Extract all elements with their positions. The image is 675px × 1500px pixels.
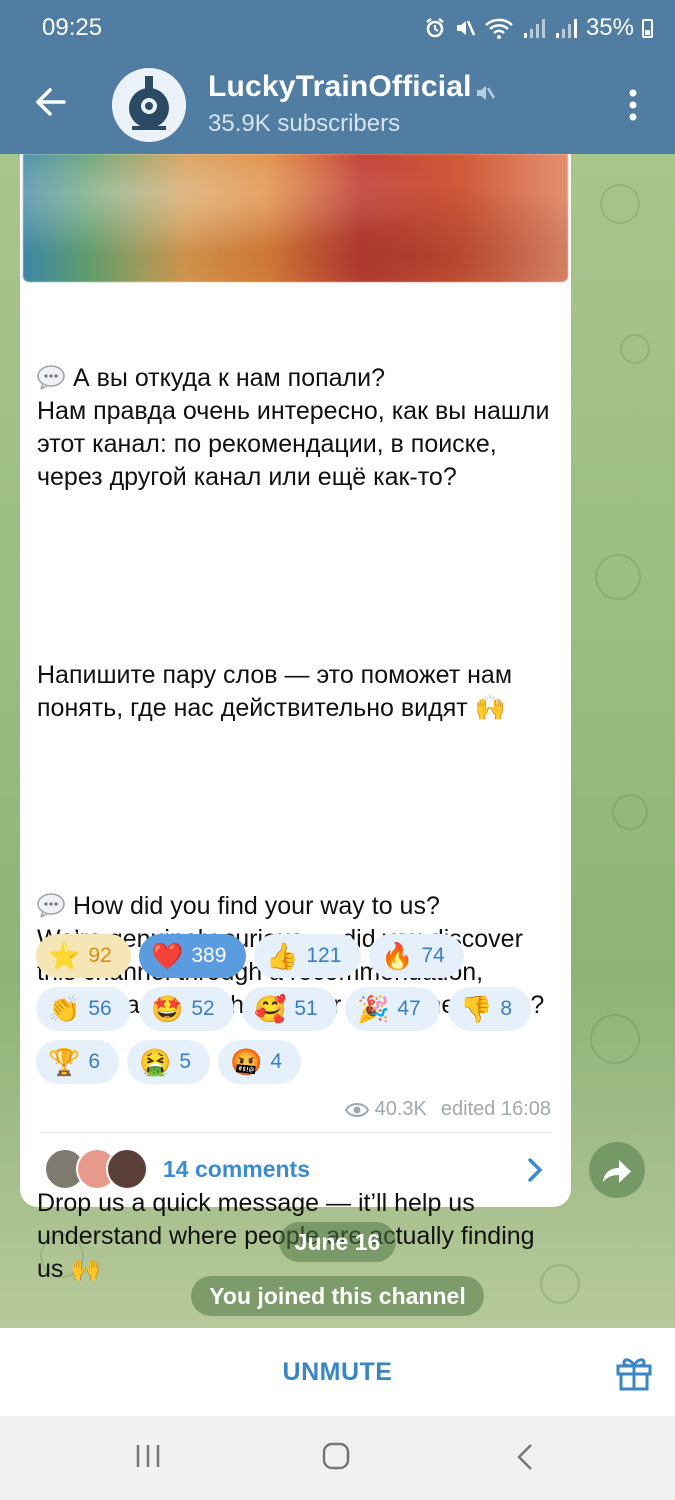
nav-back-icon[interactable] <box>513 1442 539 1472</box>
status-icons: 35% <box>424 14 653 42</box>
fire-icon: 🔥 <box>381 941 414 971</box>
reaction-count: 389 <box>191 944 227 967</box>
bottom-bar: UNMUTE <box>0 1328 675 1416</box>
post-paragraph-ru-2: Напишите пару слов — это поможет нам пон… <box>37 661 519 722</box>
reaction-cursing[interactable]: 🤬 4 <box>218 1040 301 1084</box>
wifi-icon <box>485 18 513 39</box>
thumbs-up-icon: 👍 <box>266 941 299 971</box>
battery-icon <box>642 18 653 38</box>
gift-icon[interactable] <box>614 1352 654 1392</box>
reaction-count: 4 <box>270 1050 283 1073</box>
clap-icon: 👏 <box>48 994 81 1024</box>
pattern-doodle <box>620 334 650 364</box>
chat-area[interactable]: А вы откуда к нам попали? Нам правда оче… <box>0 154 675 1328</box>
post-text-ru-1: А вы откуда к нам попали? Нам правда оче… <box>37 364 550 491</box>
post-photo-overlay <box>23 154 568 282</box>
eye-icon <box>344 1102 369 1117</box>
signal-icon <box>523 19 545 38</box>
date-divider: June 16 <box>279 1222 396 1262</box>
reaction-count: 52 <box>191 997 215 1020</box>
speech-bubble-icon <box>37 365 65 389</box>
reaction-count: 56 <box>88 997 112 1020</box>
reaction-thumbs-up[interactable]: 👍 121 <box>254 934 361 978</box>
home-icon[interactable] <box>322 1442 350 1470</box>
reaction-count: 121 <box>306 944 342 967</box>
reaction-thumbs-down[interactable]: 👎 8 <box>448 987 531 1031</box>
status-bar: 09:25 35% <box>0 0 675 56</box>
reaction-count: 74 <box>421 944 445 967</box>
heart-icon: ❤️ <box>151 941 184 971</box>
smiling-hearts-icon: 🥰 <box>254 994 287 1024</box>
train-logo-icon <box>112 68 186 142</box>
status-time: 09:25 <box>42 14 103 41</box>
edited-time: edited 16:08 <box>440 1098 551 1120</box>
reaction-clap[interactable]: 👏 56 <box>36 987 131 1031</box>
thumbs-down-icon: 👎 <box>460 994 493 1024</box>
pattern-doodle <box>595 554 641 600</box>
party-popper-icon: 🎉 <box>357 994 390 1024</box>
reaction-party[interactable]: 🎉 47 <box>345 987 440 1031</box>
service-message: You joined this channel <box>191 1276 484 1316</box>
recent-apps-icon[interactable] <box>134 1442 162 1470</box>
back-arrow-icon[interactable] <box>28 80 72 124</box>
commenter-avatar <box>106 1148 148 1190</box>
view-count: 40.3K <box>374 1098 427 1120</box>
reaction-count: 51 <box>294 997 318 1020</box>
chevron-right-icon <box>528 1158 543 1182</box>
channel-avatar[interactable] <box>112 68 186 142</box>
comments-label: 14 comments <box>163 1156 311 1182</box>
reaction-smiling-hearts[interactable]: 🥰 51 <box>242 987 337 1031</box>
reaction-vomit[interactable]: 🤮 5 <box>127 1040 210 1084</box>
share-arrow-icon <box>603 1160 631 1183</box>
reaction-count: 6 <box>88 1050 101 1073</box>
chat-header: LuckyTrainOfficial 35.9K subscribers <box>0 56 675 154</box>
reaction-count: 92 <box>88 944 112 967</box>
reaction-count: 8 <box>500 997 513 1020</box>
star-icon: ⭐ <box>48 941 81 971</box>
pattern-doodle <box>590 1014 640 1064</box>
share-button[interactable] <box>589 1142 645 1198</box>
comments-button[interactable]: 14 comments <box>20 1134 571 1204</box>
reaction-heart[interactable]: ❤️ 389 <box>139 934 246 978</box>
star-struck-icon: 🤩 <box>151 994 184 1024</box>
comments-divider <box>40 1132 551 1133</box>
pattern-doodle <box>612 794 648 830</box>
reaction-trophy[interactable]: 🏆 6 <box>36 1040 119 1084</box>
reaction-count: 47 <box>397 997 421 1020</box>
cursing-face-icon: 🤬 <box>230 1047 263 1077</box>
muted-speaker-icon <box>477 86 496 100</box>
battery-level: 35% <box>585 14 634 41</box>
reaction-star-struck[interactable]: 🤩 52 <box>139 987 234 1031</box>
more-vertical-icon[interactable] <box>626 88 640 122</box>
trophy-icon: 🏆 <box>48 1047 81 1077</box>
channel-title[interactable]: LuckyTrainOfficial <box>208 70 472 104</box>
signal-icon-2 <box>555 19 577 38</box>
alarm-icon <box>426 18 444 38</box>
post-meta: 40.3K edited 16:08 <box>344 1098 551 1121</box>
reaction-fire[interactable]: 🔥 74 <box>369 934 464 978</box>
speech-bubble-icon <box>37 893 65 917</box>
vomiting-face-icon: 🤮 <box>139 1047 172 1077</box>
channel-post-bubble[interactable]: А вы откуда к нам попали? Нам правда оче… <box>20 154 571 1283</box>
mute-status-icon <box>456 20 476 36</box>
reaction-star[interactable]: ⭐ 92 <box>36 934 131 978</box>
subscriber-count: 35.9K subscribers <box>208 110 401 137</box>
post-paragraph-ru-1: А вы откуда к нам попали? Нам правда оче… <box>37 362 557 494</box>
reaction-count: 5 <box>179 1050 192 1073</box>
pattern-doodle <box>600 184 640 224</box>
system-nav-bar <box>0 1416 675 1500</box>
unmute-button[interactable]: UNMUTE <box>0 1328 675 1416</box>
